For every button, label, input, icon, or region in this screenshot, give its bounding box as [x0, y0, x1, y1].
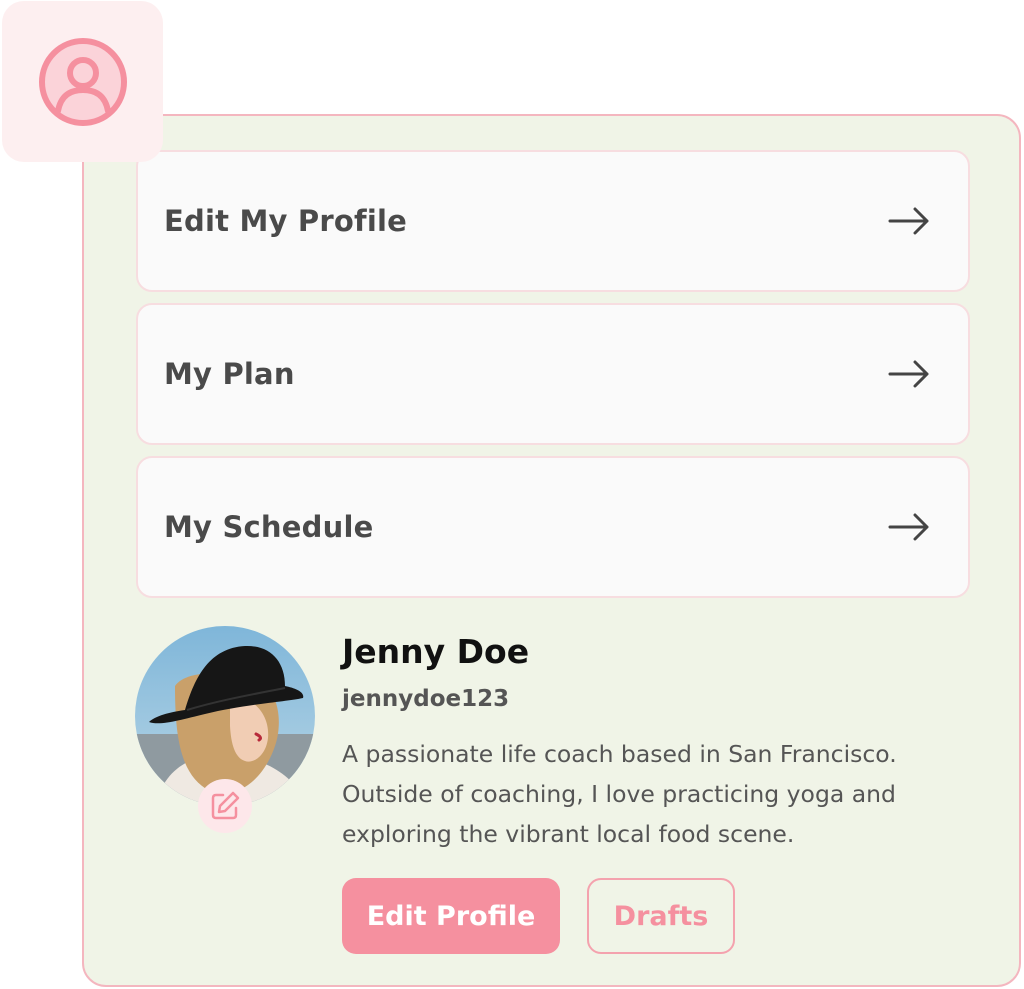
arrow-right-icon	[888, 513, 929, 541]
profile-header-tile	[2, 1, 163, 162]
menu-item-label: Edit My Profile	[164, 204, 407, 238]
menu-item-label: My Plan	[164, 357, 295, 391]
edit-profile-button[interactable]: Edit Profile	[342, 878, 560, 954]
arrow-right-icon	[888, 207, 929, 235]
profile-username: jennydoe123	[342, 686, 510, 712]
menu-item-my-schedule[interactable]: My Schedule	[136, 456, 970, 598]
avatar-edit-button[interactable]	[198, 779, 252, 833]
menu-item-edit-my-profile[interactable]: Edit My Profile	[136, 150, 970, 292]
arrow-right-icon	[888, 360, 929, 388]
menu-item-label: My Schedule	[164, 510, 374, 544]
profile-bio: A passionate life coach based in San Fra…	[342, 740, 897, 848]
edit-pencil-icon	[211, 791, 240, 820]
menu-item-my-plan[interactable]: My Plan	[136, 303, 970, 445]
drafts-button[interactable]: Drafts	[587, 878, 735, 954]
profile-name: Jenny Doe	[342, 632, 530, 671]
user-circle-icon	[38, 37, 127, 126]
